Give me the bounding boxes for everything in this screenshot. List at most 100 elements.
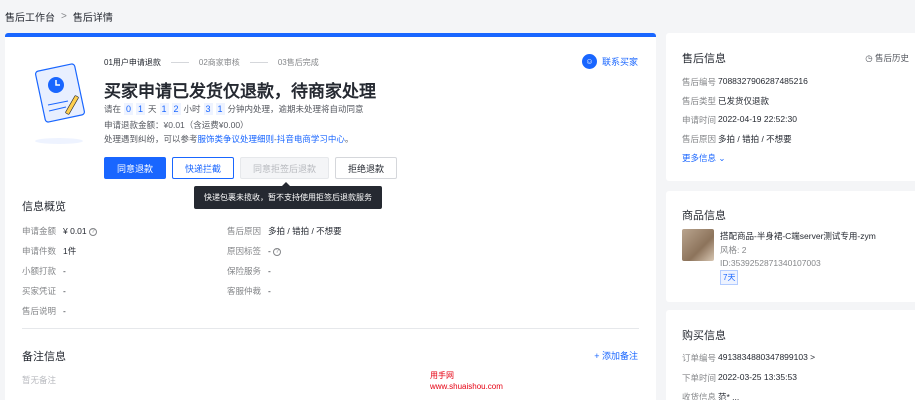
- info-key: 售后原因: [682, 134, 717, 144]
- info-overview-grid: 申请金额 ¥ 0.01 ? 售后原因 多拍 / 错拍 / 不想要 申请件数 1件…: [22, 221, 442, 321]
- agree-refund-button[interactable]: 同意退款: [104, 157, 167, 179]
- countdown-digit: 0: [124, 103, 134, 115]
- info-key: 买家凭证: [22, 286, 57, 296]
- info-value: -: [268, 286, 271, 296]
- contact-buyer-label: 联系买家: [601, 57, 638, 67]
- info-row: 售后原因 多拍 / 错拍 / 不想要: [682, 133, 792, 145]
- help-icon[interactable]: ?: [273, 247, 282, 256]
- info-key: 申请时间: [682, 115, 717, 125]
- info-row: 订单编号 4913834880347899103 >: [682, 352, 815, 364]
- disabled-reason-tooltip: 快递包裹未揽收，暂不支持使用拒签后退款服务: [194, 182, 382, 209]
- info-key: 客服仲裁: [227, 286, 262, 296]
- step-merchant-review: 02商家审核: [198, 58, 240, 67]
- product-info-title: 商品信息: [682, 210, 726, 222]
- sign-reject-refund-button: 同意拒签后退款: [240, 157, 330, 179]
- info-row: 售后编号 7088327906287485216: [682, 76, 808, 88]
- info-row: 收货信息 范* ...: [682, 391, 739, 400]
- info-value: 2022-03-25 13:35:53: [718, 372, 797, 382]
- help-icon[interactable]: ?: [89, 227, 98, 236]
- step-complete: 03售后完成: [277, 58, 319, 67]
- dispute-hint: 处理遇到纠纷，可以参考服饰类争议处理细则-抖音电商学习中心。: [104, 133, 353, 145]
- progress-steps: 01用户申请退款 02商家审核 03售后完成: [104, 57, 319, 68]
- contact-buyer-button[interactable]: ☺ 联系买家: [581, 54, 638, 69]
- info-value: 多拍 / 错拍 / 不想要: [268, 226, 342, 236]
- order-number-link[interactable]: 4913834880347899103 >: [718, 352, 815, 364]
- countdown-digit: 2: [171, 103, 181, 115]
- info-row: 申请件数 1件 原因标签 - ?: [22, 241, 442, 261]
- info-key: 申请金额: [22, 226, 57, 236]
- refund-document-illustration-icon: [34, 63, 86, 144]
- history-label: 售后历史: [874, 53, 909, 63]
- countdown-prefix: 请在: [104, 104, 122, 114]
- info-row: 申请时间 2022-04-19 22:52:30: [682, 114, 797, 126]
- return-policy-badge: 7天: [720, 270, 739, 285]
- apply-amount-value: ¥ 0.01: [63, 226, 87, 236]
- countdown-unit: 小时: [183, 104, 201, 114]
- info-key: 下单时间: [682, 373, 717, 383]
- breadcrumb-separator: >: [61, 11, 67, 22]
- info-row: 申请金额 ¥ 0.01 ? 售后原因 多拍 / 错拍 / 不想要: [22, 221, 442, 241]
- info-key: 小额打款: [22, 266, 57, 276]
- action-buttons: 同意退款 快递拦截 同意拒签后退款 拒绝退款: [104, 157, 398, 179]
- step-user-apply: 01用户申请退款: [104, 58, 161, 67]
- card-accent-bar: [5, 33, 656, 37]
- reject-refund-button[interactable]: 拒绝退款: [335, 157, 398, 179]
- product-thumbnail[interactable]: [682, 229, 714, 261]
- remarks-title: 备注信息: [22, 351, 66, 363]
- aftersale-status-card: 01用户申请退款 02商家审核 03售后完成 ☺ 联系买家 买家申请已发货仅退款…: [5, 33, 656, 400]
- info-value: -: [63, 266, 66, 276]
- info-key: 收货信息: [682, 392, 717, 400]
- info-value: 7088327906287485216: [718, 76, 808, 86]
- info-row: 买家凭证 - 客服仲裁 -: [22, 281, 442, 301]
- info-key: 售后类型: [682, 96, 717, 106]
- info-value: 多拍 / 错拍 / 不想要: [718, 134, 792, 144]
- learning-center-link[interactable]: 抖音电商学习中心: [277, 134, 345, 144]
- info-row: 下单时间 2022-03-25 13:35:53: [682, 372, 797, 384]
- customer-service-icon: ☺: [581, 54, 597, 69]
- no-remarks-text: 暂无备注: [22, 375, 57, 385]
- breadcrumb-current: 售后详情: [72, 13, 113, 24]
- info-key: 原因标签: [227, 246, 262, 256]
- clock-icon: ◷: [865, 53, 873, 63]
- step-connector: [170, 62, 189, 68]
- refund-amount: 申请退款金额：¥0.01（含运费¥0.00）: [104, 120, 249, 130]
- info-key: 保险服务: [227, 266, 262, 276]
- add-remark-button[interactable]: + 添加备注: [594, 349, 638, 362]
- info-row: 售后说明 -: [22, 301, 442, 321]
- breadcrumb-workbench[interactable]: 售后工作台: [5, 9, 55, 24]
- info-row: 小额打款 - 保险服务 -: [22, 261, 442, 281]
- countdown-digit: 1: [159, 103, 169, 115]
- info-value: -: [63, 306, 66, 316]
- purchase-info-card: 购买信息 订单编号 4913834880347899103 > 下单时间 2022-…: [666, 310, 915, 400]
- section-divider: [22, 328, 639, 329]
- express-intercept-button[interactable]: 快递拦截: [172, 157, 235, 179]
- aftersale-history-link[interactable]: ◷ 售后历史: [865, 52, 909, 64]
- countdown-digit: 3: [203, 103, 213, 115]
- info-value: -: [63, 286, 66, 296]
- chevron-down-icon: ⌄: [718, 153, 726, 163]
- page-title: 买家申请已发货仅退款，待商家处理: [104, 82, 376, 101]
- aftersale-info-card: 售后信息 ◷ 售后历史 售后编号 7088327906287485216 售后类型…: [666, 33, 915, 181]
- info-value: 已发货仅退款: [718, 96, 770, 106]
- info-value: 1件: [63, 246, 77, 256]
- info-value: 范* ...: [718, 392, 740, 400]
- product-spec: 风格: 2: [720, 245, 747, 255]
- countdown-unit: 天: [148, 104, 157, 114]
- dispute-rules-link[interactable]: 服饰类争议处理细则: [198, 134, 275, 144]
- info-row: 售后类型 已发货仅退款: [682, 95, 769, 107]
- product-id: ID:3539252871340107003: [720, 258, 821, 268]
- step-connector: [249, 62, 268, 68]
- info-key: 售后编号: [682, 77, 717, 87]
- more-info-label: 更多信息: [682, 153, 717, 163]
- watermark-line: 用手网: [430, 371, 454, 380]
- countdown-digit: 1: [136, 103, 146, 115]
- breadcrumb: 售后工作台 > 售后详情: [5, 9, 113, 24]
- product-name[interactable]: 搭配商品-半身裙-C端server测试专用-zym: [720, 230, 876, 242]
- more-info-link[interactable]: 更多信息 ⌄: [682, 152, 726, 164]
- aftersale-info-title: 售后信息: [682, 53, 726, 65]
- info-key: 售后原因: [227, 226, 262, 236]
- reason-tag-value: -: [268, 246, 271, 256]
- watermark-line: www.shuaishou.com: [430, 382, 503, 391]
- info-value: ¥ 0.01 ?: [63, 226, 227, 236]
- countdown-digit: 1: [215, 103, 225, 115]
